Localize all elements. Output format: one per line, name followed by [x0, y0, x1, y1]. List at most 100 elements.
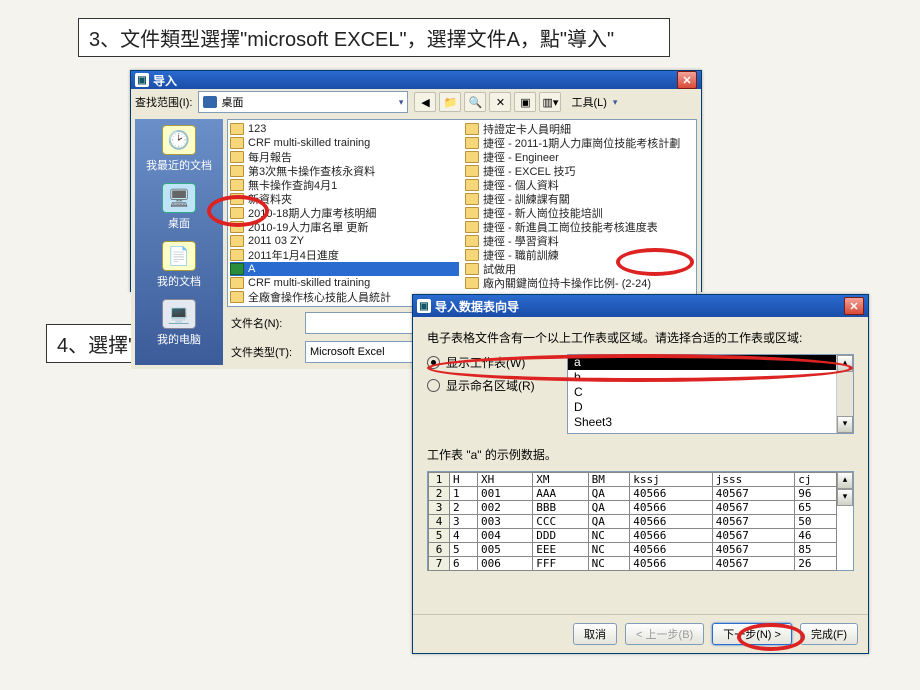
- folder-icon: [230, 179, 244, 191]
- table-cell: 96: [795, 487, 837, 501]
- file-item[interactable]: 捷徑 - 訓練課有關: [465, 192, 694, 206]
- table-cell: 1: [450, 487, 478, 501]
- file-item[interactable]: 2011 03 ZY: [230, 234, 459, 248]
- table-cell: 40566: [630, 529, 713, 543]
- wizard-titlebar: ▣ 导入数据表向导 ✕: [413, 295, 868, 317]
- file-item[interactable]: 捷徑 - Engineer: [465, 150, 694, 164]
- tools-label[interactable]: 工具(L): [571, 94, 606, 110]
- folder-icon: [465, 221, 479, 233]
- table-cell: 5: [450, 543, 478, 557]
- file-item-label: 123: [248, 123, 266, 135]
- file-item[interactable]: 捷徑 - 學習資料: [465, 234, 694, 248]
- table-cell: QA: [588, 515, 630, 529]
- scroll-up-button[interactable]: ▴: [837, 472, 853, 489]
- wizard-dialog: ▣ 导入数据表向导 ✕ 电子表格文件含有一个以上工作表或区域。请选择合适的工作表…: [412, 294, 869, 654]
- folder-icon: [230, 151, 244, 163]
- scroll-down-button[interactable]: ▾: [837, 416, 853, 433]
- file-item[interactable]: 捷徑 - 新進員工崗位技能考核進度表: [465, 220, 694, 234]
- table-cell: 65: [795, 501, 837, 515]
- file-item-label: 2010-19人力庫名單 更新: [248, 219, 368, 235]
- new-folder-button[interactable]: ▣: [514, 92, 536, 112]
- table-cell: AAA: [533, 487, 588, 501]
- file-name-label: 文件名(N):: [231, 315, 301, 331]
- file-item[interactable]: 無卡操作查詢4月1: [230, 178, 459, 192]
- search-in-combo[interactable]: 桌面 ▾: [198, 91, 408, 113]
- file-type-value: Microsoft Excel: [310, 346, 385, 358]
- folder-icon: [465, 137, 479, 149]
- finish-button[interactable]: 完成(F): [800, 623, 858, 645]
- file-item[interactable]: 捷徑 - 個人資料: [465, 178, 694, 192]
- file-item[interactable]: 廠內關鍵崗位持卡操作比例- (2-24): [465, 276, 694, 290]
- row-number: 7: [429, 557, 450, 571]
- folder-icon: [465, 263, 479, 275]
- file-item[interactable]: 持證定卡人員明細: [465, 122, 694, 136]
- table-cell: 40566: [630, 557, 713, 571]
- file-item[interactable]: A: [230, 262, 459, 276]
- file-item[interactable]: CRF multi-skilled training: [230, 136, 459, 150]
- sheet-item[interactable]: D: [568, 400, 853, 415]
- table-cell: 40567: [712, 515, 795, 529]
- highlight-circle-next-btn: [737, 623, 805, 651]
- folder-icon: [465, 249, 479, 261]
- places-recent[interactable]: 🕑 我最近的文档: [146, 125, 212, 173]
- table-cell: 40566: [630, 543, 713, 557]
- table-cell: 6: [450, 557, 478, 571]
- file-list[interactable]: 123CRF multi-skilled training每月報告第3次無卡操作…: [227, 119, 697, 307]
- places-recent-label: 我最近的文档: [146, 157, 212, 173]
- mydocs-icon: 📄: [162, 241, 196, 271]
- close-button[interactable]: ✕: [844, 297, 864, 315]
- import-titlebar: ▣ 导入 ✕: [131, 71, 701, 89]
- file-item[interactable]: CRF multi-skilled training: [230, 276, 459, 290]
- table-cell: 40567: [712, 543, 795, 557]
- sheet-item[interactable]: Sheet3: [568, 415, 853, 430]
- delete-button[interactable]: ✕: [489, 92, 511, 112]
- table-cell: 40566: [630, 487, 713, 501]
- table-cell: DDD: [533, 529, 588, 543]
- places-bar: 🕑 我最近的文档 🖥 桌面 📄 我的文档 💻 我的电脑: [135, 119, 223, 365]
- desktop-icon: [203, 96, 217, 108]
- folder-icon: [230, 123, 244, 135]
- chevron-down-icon: ▾: [399, 97, 404, 108]
- search-button[interactable]: 🔍: [464, 92, 486, 112]
- places-mycomputer[interactable]: 💻 我的电脑: [157, 299, 201, 347]
- cancel-button[interactable]: 取消: [573, 623, 617, 645]
- file-item[interactable]: 123: [230, 122, 459, 136]
- close-button[interactable]: ✕: [677, 71, 697, 89]
- table-cell: 2: [450, 501, 478, 515]
- file-item[interactable]: 捷徑 - EXCEL 技巧: [465, 164, 694, 178]
- table-header-cell: H: [450, 473, 478, 487]
- row-number: 4: [429, 515, 450, 529]
- scrollbar[interactable]: ▴ ▾: [837, 472, 853, 570]
- folder-icon: [465, 179, 479, 191]
- up-folder-button[interactable]: 📁: [439, 92, 461, 112]
- table-cell: BBB: [533, 501, 588, 515]
- sheet-item[interactable]: C: [568, 385, 853, 400]
- views-button[interactable]: ▥▾: [539, 92, 561, 112]
- radio-dot-icon: [427, 379, 440, 392]
- folder-icon: [465, 235, 479, 247]
- places-mydocs[interactable]: 📄 我的文档: [157, 241, 201, 289]
- file-item[interactable]: 每月報告: [230, 150, 459, 164]
- sample-data-label: 工作表 "a" 的示例数据。: [427, 446, 854, 463]
- file-item[interactable]: 第3次無卡操作查核永資料: [230, 164, 459, 178]
- search-in-value: 桌面: [221, 94, 243, 110]
- places-mydocs-label: 我的文档: [157, 273, 201, 289]
- back-button[interactable]: ◀: [414, 92, 436, 112]
- file-item-label: 廠內關鍵崗位持卡操作比例- (2-24): [483, 275, 651, 291]
- desktop-icon: 🖥: [162, 183, 196, 213]
- import-topbar: 查找范围(I): 桌面 ▾ ◀ 📁 🔍 ✕ ▣ ▥▾ 工具(L) ▾: [131, 89, 701, 115]
- file-item-label: CRF multi-skilled training: [248, 137, 370, 149]
- file-item-label: 2011年1月4日進度: [248, 247, 339, 263]
- places-desktop[interactable]: 🖥 桌面: [162, 183, 196, 231]
- file-item[interactable]: 捷徑 - 2011-1期人力庫崗位技能考核計劃: [465, 136, 694, 150]
- folder-icon: [230, 277, 244, 289]
- file-item[interactable]: 2010-19人力庫名單 更新: [230, 220, 459, 234]
- scroll-down-button[interactable]: ▾: [837, 489, 853, 506]
- file-item[interactable]: 捷徑 - 新人崗位技能培訓: [465, 206, 694, 220]
- import-title: 导入: [153, 72, 177, 89]
- folder-icon: [230, 235, 244, 247]
- preview-table-wrap: 1HXHXMBMkssjjssscj21001AAAQA405664056796…: [427, 471, 854, 571]
- table-cell: 40567: [712, 487, 795, 501]
- row-number: 6: [429, 543, 450, 557]
- file-item[interactable]: 2011年1月4日進度: [230, 248, 459, 262]
